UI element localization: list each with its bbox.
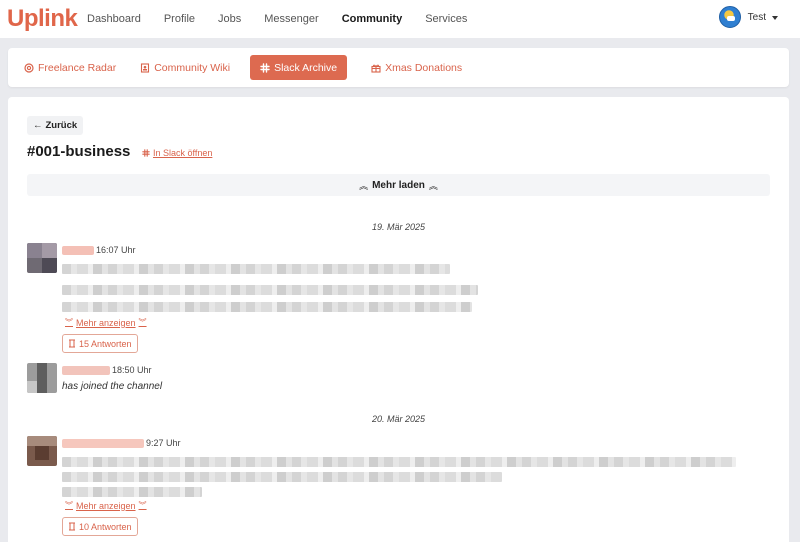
target-icon (24, 62, 34, 73)
channel-title: #001-business (27, 143, 131, 160)
load-more-button[interactable]: ︽ Mehr laden ︽ (27, 174, 770, 196)
book-icon (141, 62, 150, 73)
tab-label: Community Wiki (154, 61, 231, 74)
author-name[interactable] (62, 438, 144, 448)
replies-button[interactable]: 10 Antworten (62, 517, 138, 536)
tab-xmas-donations[interactable]: Xmas Donations (371, 55, 462, 80)
arrow-left-icon: ← (33, 120, 43, 131)
caret-down-icon (772, 15, 778, 20)
message-text (62, 487, 202, 497)
open-in-slack-label: In Slack öffnen (153, 148, 213, 158)
nav-messenger[interactable]: Messenger (264, 13, 318, 25)
replies-label: 10 Antworten (79, 521, 132, 532)
tab-freelance-radar[interactable]: Freelance Radar (24, 55, 116, 80)
nav-services[interactable]: Services (425, 13, 467, 25)
show-more-label: Mehr anzeigen (76, 317, 136, 328)
thread-icon (69, 522, 75, 531)
system-message: has joined the channel (62, 381, 163, 392)
double-chevron-up-icon: ︽ (359, 180, 369, 191)
user-menu[interactable]: Test (718, 6, 778, 28)
double-chevron-up-icon: ︽ (428, 180, 438, 191)
author-name[interactable] (62, 365, 110, 375)
message-text (62, 285, 478, 295)
message-time: 16:07 Uhr (96, 245, 136, 255)
nav-jobs[interactable]: Jobs (218, 13, 241, 25)
message-text (62, 472, 502, 482)
message-time: 18:50 Uhr (112, 365, 152, 375)
nav-profile[interactable]: Profile (164, 13, 195, 25)
uplink-logo[interactable]: Uplink (7, 5, 78, 33)
replies-label: 15 Antworten (79, 338, 132, 349)
date-separator: 20. Mär 2025 (371, 414, 426, 424)
user-name: Test (747, 11, 766, 23)
message-header: 9:27 Uhr (62, 438, 181, 448)
slack-icon (260, 62, 270, 73)
message-text (62, 264, 450, 274)
replies-button[interactable]: 15 Antworten (62, 334, 138, 353)
nav-dashboard[interactable]: Dashboard (87, 13, 141, 25)
tab-label: Slack Archive (274, 61, 338, 74)
tab-label: Xmas Donations (385, 61, 463, 74)
double-chevron-down-icon: ︾ (138, 318, 147, 327)
tab-community-wiki[interactable]: Community Wiki (140, 55, 230, 80)
slack-archive-panel: ← Zurück #001-business In Slack öffnen ︽… (8, 97, 789, 542)
message-time: 9:27 Uhr (146, 438, 181, 448)
message-text (62, 457, 736, 467)
message-header: 16:07 Uhr (62, 245, 136, 255)
load-more-label: Mehr laden (372, 179, 425, 191)
double-chevron-down-icon: ︾ (65, 318, 73, 327)
user-avatar (718, 6, 741, 28)
open-in-slack-link[interactable]: In Slack öffnen (142, 148, 212, 158)
double-chevron-down-icon: ︾ (138, 501, 147, 510)
message-text (62, 302, 472, 312)
message-avatar (27, 363, 57, 393)
back-label: Zurück (45, 120, 78, 131)
message-header: 18:50 Uhr (62, 365, 152, 375)
tab-slack-archive[interactable]: Slack Archive (250, 55, 348, 80)
show-more-link[interactable]: ︾ Mehr anzeigen ︾ (62, 317, 150, 328)
gift-icon (371, 64, 381, 73)
message-avatar (27, 243, 57, 273)
author-name[interactable] (62, 245, 94, 255)
tab-label: Freelance Radar (38, 61, 117, 74)
top-navbar: Uplink Dashboard Profile Jobs Messenger … (0, 0, 800, 38)
message-avatar (27, 436, 57, 466)
show-more-label: Mehr anzeigen (76, 500, 136, 511)
show-more-link[interactable]: ︾ Mehr anzeigen ︾ (62, 500, 150, 511)
date-separator: 19. Mär 2025 (371, 222, 426, 232)
thread-icon (69, 339, 75, 348)
back-button[interactable]: ← Zurück (27, 116, 84, 135)
nav-community[interactable]: Community (342, 13, 403, 25)
main-nav: Dashboard Profile Jobs Messenger Communi… (87, 13, 490, 25)
community-tabs: Freelance Radar Community Wiki Slack Arc… (8, 48, 789, 87)
slack-icon (142, 149, 150, 157)
double-chevron-down-icon: ︾ (65, 501, 73, 510)
